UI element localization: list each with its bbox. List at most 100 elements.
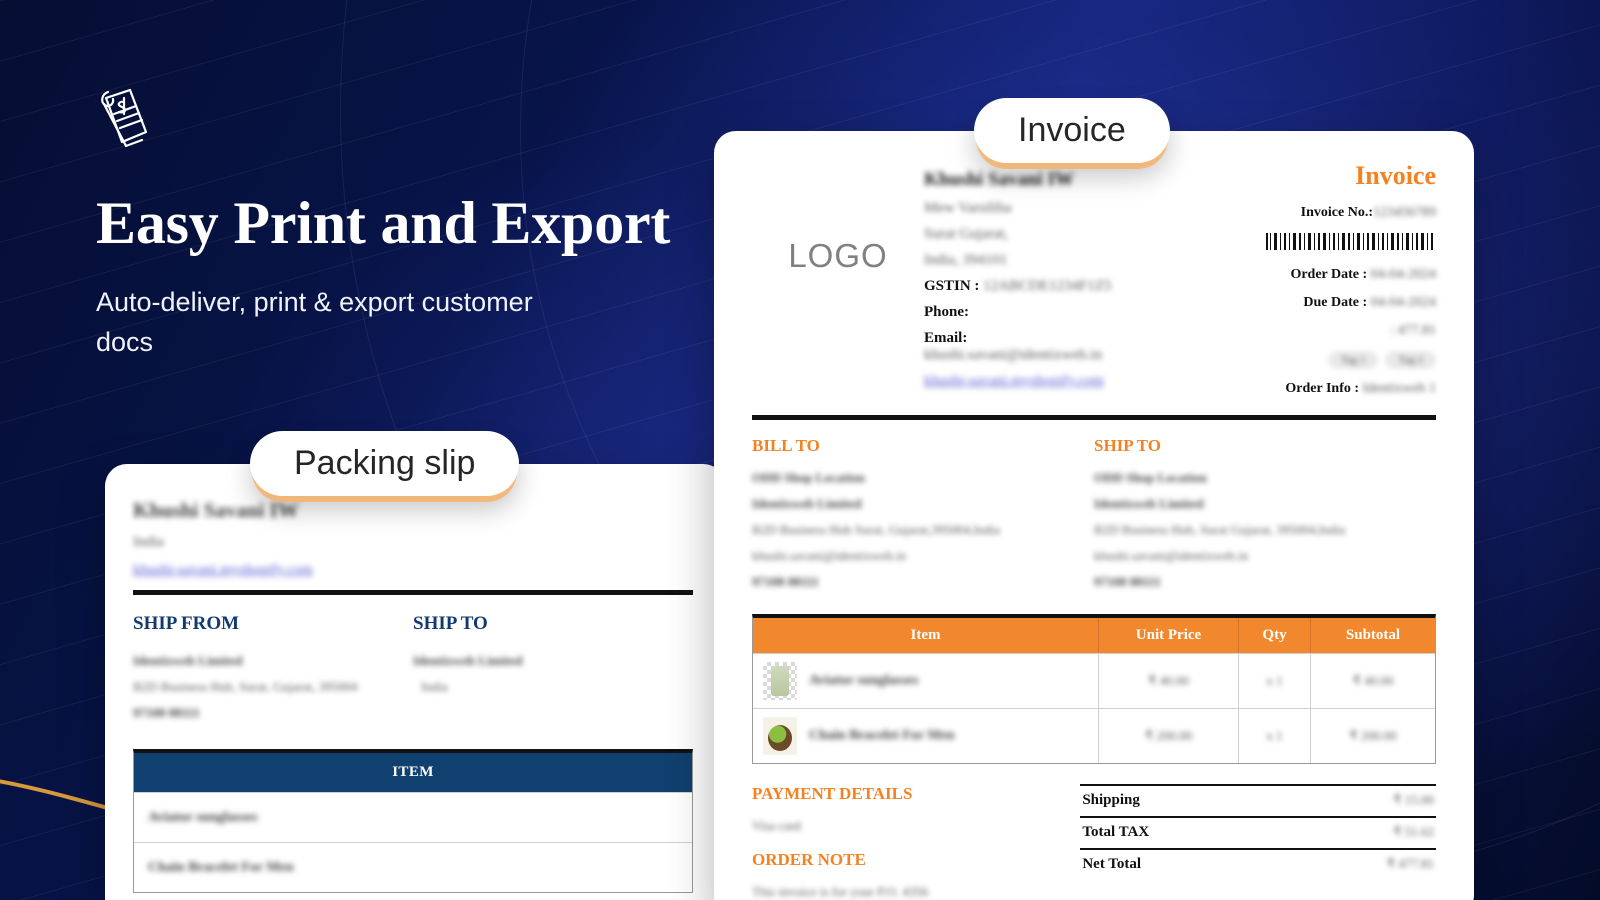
hero-section: Easy Print and Export Auto-deliver, prin… — [96, 84, 696, 363]
email-value: khushi.savani@identixweb.in — [924, 347, 1102, 363]
packing-slip-ship-to: SHIP TO Identixweb Limited India — [413, 613, 693, 731]
ship-from-line1: Identixweb Limited — [133, 653, 243, 668]
invoice-from-line3: India, 394101 — [924, 252, 1008, 268]
gstin-value: 12ABCDE1234F1Z5 — [983, 278, 1112, 294]
order-date-row: Order Date : 04-04-2024 — [1136, 267, 1436, 283]
invoice-footer: PAYMENT DETAILS Visa card ORDER NOTE Thi… — [734, 764, 1454, 900]
net-total-value: ₹ 477.81 — [1386, 856, 1435, 871]
packing-slip-table-header-item: ITEM — [134, 753, 692, 792]
shipping-value: ₹ 15.00 — [1393, 792, 1435, 807]
packing-slip-items-table: ITEM Aviator sunglasses Chain Bracelet F… — [133, 749, 693, 893]
ship-to-line1: Identixweb Limited — [413, 653, 523, 668]
packing-slip-item-1: Aviator sunglasses — [148, 810, 258, 825]
invoice-number-row: Invoice No.:123456789 — [1136, 205, 1436, 221]
product-thumbnail-icon — [763, 662, 797, 700]
packing-slip-store-name: Khushi Savani IW — [133, 498, 299, 522]
payment-details-value: Visa card — [752, 818, 801, 833]
invoice-totals-column: Shipping ₹ 15.00 Total TAX ₹ 51.62 Net T… — [1080, 784, 1437, 900]
invoice-website[interactable]: khushi-savani.myshopify.com — [924, 373, 1136, 390]
bill-to-line1: ODD Shop Location — [752, 470, 865, 485]
payment-details-heading: PAYMENT DETAILS — [752, 784, 913, 803]
bill-to-line2: Identixweb Limited — [752, 496, 862, 511]
bill-to-tel: 97108 88111 — [752, 574, 819, 589]
totals-row-shipping: Shipping ₹ 15.00 — [1080, 784, 1437, 818]
invoice-ship-to: SHIP TO ODD Shop Location Identixweb Lim… — [1094, 436, 1436, 600]
barcode-icon — [1266, 233, 1433, 250]
invoice-card: LOGO Khushi Savani IW Mew Varsiliba Sura… — [714, 131, 1474, 900]
ship-from-heading: SHIP FROM — [133, 613, 240, 634]
order-info-value: Identixweb 1 — [1362, 381, 1436, 396]
invoice-amount-value: : 477.81 — [1390, 323, 1436, 338]
net-total-label: Net Total — [1082, 856, 1142, 872]
order-info-label: Order Info : — [1285, 381, 1360, 396]
invoice-from-line1: Mew Varsiliba — [924, 200, 1012, 216]
invoice-ship-to-line3: B2D Business Hub, Surat Gujarat, 395004,… — [1094, 522, 1346, 537]
invoice-store-name: Khushi Savani IW — [924, 169, 1074, 190]
shipping-label: Shipping — [1082, 792, 1140, 808]
invoice-header: LOGO Khushi Savani IW Mew Varsiliba Sura… — [734, 157, 1454, 409]
product-thumbnail-icon — [763, 717, 797, 755]
phone-label: Phone: — [924, 304, 969, 320]
invoice-phone-row: Phone: — [924, 304, 1136, 321]
table-row: Aviator sunglasses ₹ 40.00 x 1 ₹ 40.00 — [753, 653, 1435, 708]
invoice-pill-label: Invoice — [974, 98, 1170, 163]
due-date-label: Due Date : — [1303, 295, 1368, 310]
invoice-bill-to: BILL TO ODD Shop Location Identixweb Lim… — [752, 436, 1094, 600]
packing-slip-ship-from: SHIP FROM Identixweb Limited B2D Busines… — [133, 613, 413, 731]
page-title: Easy Print and Export — [96, 190, 671, 256]
item-subtotal: ₹ 200.00 — [1349, 728, 1397, 743]
invoice-no-value: 123456789 — [1373, 205, 1436, 220]
column-header-qty: Qty — [1239, 618, 1311, 653]
item-name: Aviator sunglasses — [809, 673, 919, 688]
totals-row-tax: Total TAX ₹ 51.62 — [1080, 818, 1437, 850]
invoice-email-row: Email: khushi.savani@identixweb.in — [924, 330, 1136, 364]
email-label: Email: — [924, 330, 968, 346]
table-row: Chain Bracelet For Men — [134, 842, 692, 892]
order-tag-1[interactable]: Tag 1 — [1327, 351, 1379, 369]
packing-slip-country: India — [133, 534, 164, 550]
ship-to-heading: SHIP TO — [413, 613, 488, 634]
order-info-row: Order Info : Identixweb 1 — [1136, 381, 1436, 397]
invoice-ship-to-line4: khushi.savani@identixweb.in — [1094, 548, 1249, 563]
invoice-from-block: Khushi Savani IW Mew Varsiliba Surat Guj… — [924, 157, 1136, 399]
item-subtotal: ₹ 40.00 — [1352, 673, 1394, 688]
totals-row-net: Net Total ₹ 477.81 — [1080, 850, 1436, 880]
invoice-amount-row: : 477.81 — [1136, 323, 1436, 339]
packing-slip-item-2: Chain Bracelet For Men — [148, 860, 294, 875]
table-header-row: Item Unit Price Qty Subtotal — [753, 618, 1435, 653]
order-note-heading: ORDER NOTE — [752, 850, 866, 869]
item-cell: Aviator sunglasses — [753, 654, 1099, 708]
invoice-title: Invoice — [1355, 161, 1436, 190]
due-date-value: 04-04-2024 — [1370, 295, 1436, 310]
invoice-ship-to-heading: SHIP TO — [1094, 436, 1161, 455]
order-note-value: This invoice is for your P.O. 4356 — [752, 884, 929, 899]
item-unit-price: ₹ 200.00 — [1144, 728, 1193, 743]
ship-from-line2: B2D Business Hub, Surat, Gujarat, 395004 — [133, 679, 358, 694]
item-qty: x 1 — [1266, 728, 1283, 743]
bill-to-heading: BILL TO — [752, 436, 820, 455]
invoice-no-label: Invoice No.: — [1300, 205, 1373, 220]
gstin-label: GSTIN : — [924, 278, 980, 294]
item-unit-price: ₹ 40.00 — [1148, 673, 1189, 688]
invoice-from-line2: Surat Gujarat, — [924, 226, 1009, 242]
packing-slip-website[interactable]: khushi-savani.myshopify.com — [133, 562, 693, 579]
invoice-document-icon — [101, 88, 148, 148]
packing-slip-card: Khushi Savani IW India khushi-savani.mys… — [105, 464, 725, 900]
table-row: Chain Bracelet For Men ₹ 200.00 x 1 ₹ 20… — [753, 708, 1435, 763]
page-subtitle: Auto-deliver, print & export customer do… — [96, 286, 533, 358]
invoice-gstin-row: GSTIN : 12ABCDE1234F1Z5 — [924, 278, 1136, 295]
due-date-row: Due Date : 04-04-2024 — [1136, 295, 1436, 311]
column-header-unit-price: Unit Price — [1099, 618, 1239, 653]
invoice-items-table: Item Unit Price Qty Subtotal Aviator sun… — [752, 614, 1436, 764]
packing-slip-header: Khushi Savani IW India khushi-savani.mys… — [129, 498, 697, 579]
invoice-ship-to-tel: 97108 88111 — [1094, 574, 1161, 589]
item-qty: x 1 — [1266, 673, 1283, 688]
ship-from-tel: 97108 88111 — [133, 705, 200, 720]
promo-banner: Easy Print and Export Auto-deliver, prin… — [0, 0, 1600, 900]
order-date-value: 04-04-2024 — [1370, 267, 1436, 282]
column-header-item: Item — [753, 618, 1099, 653]
invoice-meta-block: Invoice Invoice No.:123456789 Order Date… — [1136, 157, 1436, 409]
total-tax-label: Total TAX — [1082, 824, 1150, 840]
order-tag-2[interactable]: Tag 2 — [1385, 351, 1436, 369]
invoice-addresses: BILL TO ODD Shop Location Identixweb Lim… — [734, 420, 1454, 600]
